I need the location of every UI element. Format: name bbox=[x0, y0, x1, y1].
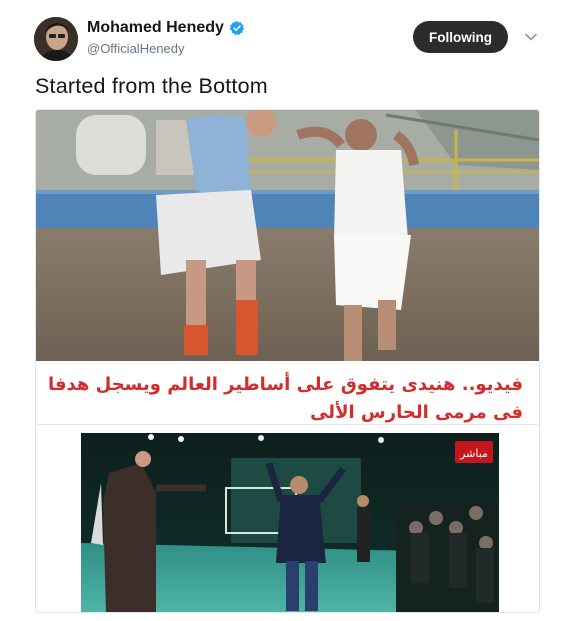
media-card[interactable]: فيديو.. هنيدى يتفوق على أساطير العالم وي… bbox=[35, 109, 540, 613]
profile-photo-icon bbox=[34, 17, 78, 61]
football-scene-photo[interactable] bbox=[36, 110, 539, 361]
author-display-name[interactable]: Mohamed Henedy bbox=[87, 19, 224, 37]
tweet-text: Started from the Bottom bbox=[35, 74, 268, 98]
card-headline[interactable]: فيديو.. هنيدى يتفوق على أساطير العالم وي… bbox=[43, 371, 523, 427]
chevron-down-icon[interactable] bbox=[524, 30, 538, 44]
author-avatar[interactable] bbox=[34, 17, 78, 61]
author-handle[interactable]: @OfficialHenedy bbox=[87, 41, 245, 56]
following-button[interactable]: Following bbox=[413, 21, 508, 53]
channel-logo-text: مباشر bbox=[459, 447, 488, 460]
headline-box[interactable]: فيديو.. هنيدى يتفوق على أساطير العالم وي… bbox=[36, 361, 539, 425]
author-block: Mohamed Henedy @OfficialHenedy bbox=[87, 19, 245, 56]
stage-scene-photo[interactable]: مباشر bbox=[81, 433, 499, 612]
verified-badge-icon bbox=[229, 20, 245, 36]
